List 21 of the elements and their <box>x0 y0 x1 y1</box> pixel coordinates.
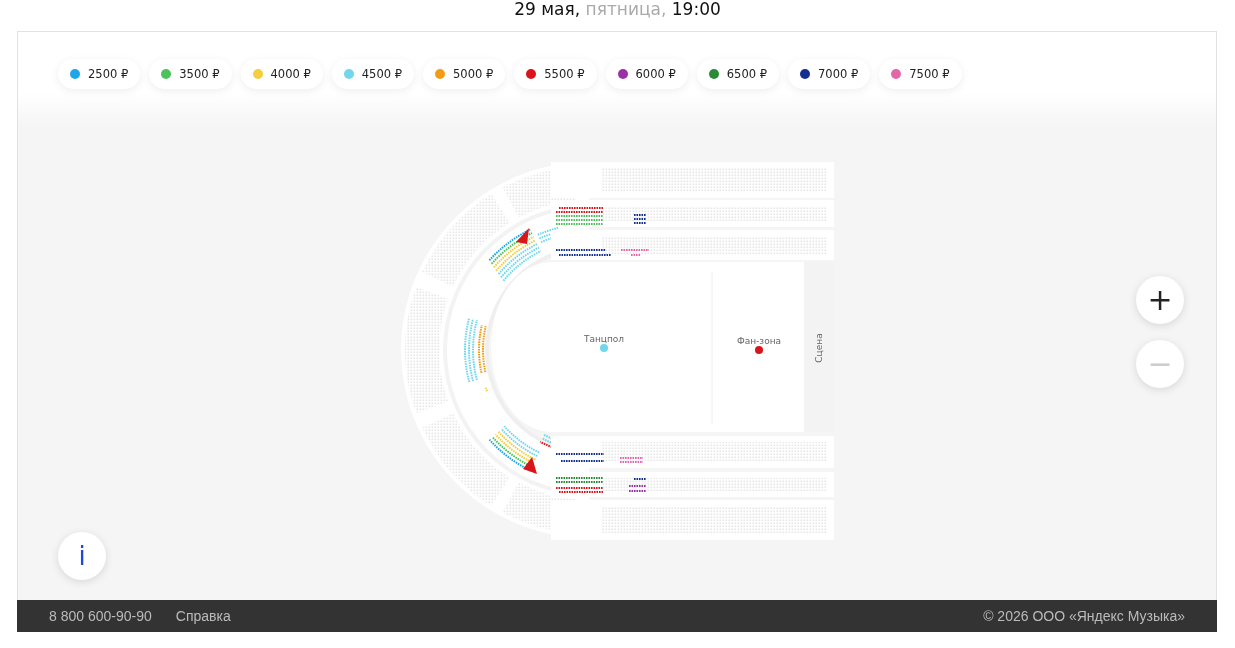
price-tag[interactable]: 4000 ₽ <box>240 59 323 89</box>
price-tag[interactable]: 6500 ₽ <box>696 59 779 89</box>
price-tag[interactable]: 2500 ₽ <box>58 59 141 89</box>
help-link[interactable]: Справка <box>175 608 231 624</box>
info-button[interactable]: i <box>58 532 106 580</box>
phone-number: 8 800 600-90-90 <box>49 608 152 624</box>
stage-label: Сцена <box>813 333 824 363</box>
price-tag[interactable]: 3500 ₽ <box>149 59 232 89</box>
zone-dot[interactable] <box>599 344 608 352</box>
price-tag[interactable]: 5000 ₽ <box>423 59 506 89</box>
zone-label: Танцпол <box>583 334 624 344</box>
price-tag[interactable]: 7000 ₽ <box>788 59 871 89</box>
zone-label: Фан-зона <box>736 336 781 346</box>
zoom-in-button[interactable]: + <box>1136 276 1184 324</box>
price-tag[interactable]: 7500 ₽ <box>879 59 962 89</box>
price-tag[interactable]: 6000 ₽ <box>605 59 688 89</box>
zone-dot[interactable] <box>754 346 763 354</box>
price-tag[interactable]: 5500 ₽ <box>514 59 597 89</box>
copyright: © 2026 ООО «Яндекс Музыка» <box>983 608 1185 624</box>
event-datetime: 29 мая, пятница, 19:00 <box>514 1 721 18</box>
price-tag[interactable]: 4500 ₽ <box>331 59 414 89</box>
